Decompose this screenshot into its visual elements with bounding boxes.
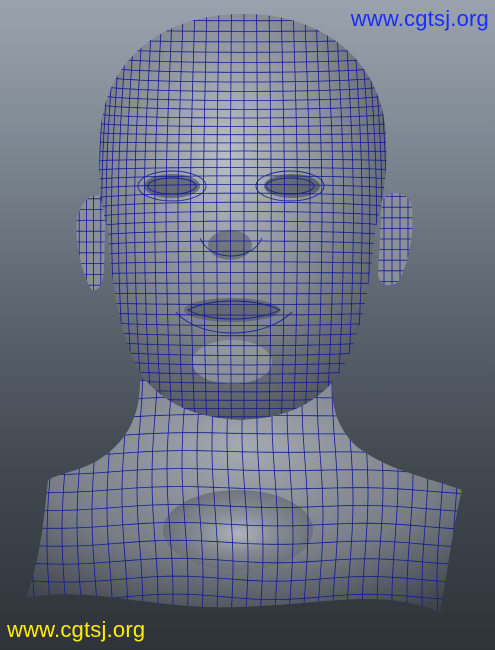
- mesh-edge: [17, 370, 23, 615]
- head-mesh: [99, 13, 387, 421]
- watermark-bottom[interactable]: www.cgtsj.org: [7, 619, 145, 641]
- watermark-top[interactable]: www.cgtsj.org: [351, 8, 489, 30]
- mesh-edge: [467, 370, 473, 618]
- head-wireframe-model: [17, 13, 473, 618]
- right-ear-mesh: [378, 193, 413, 286]
- 3d-viewport[interactable]: www.cgtsj.org www.cgtsj.org: [0, 0, 495, 650]
